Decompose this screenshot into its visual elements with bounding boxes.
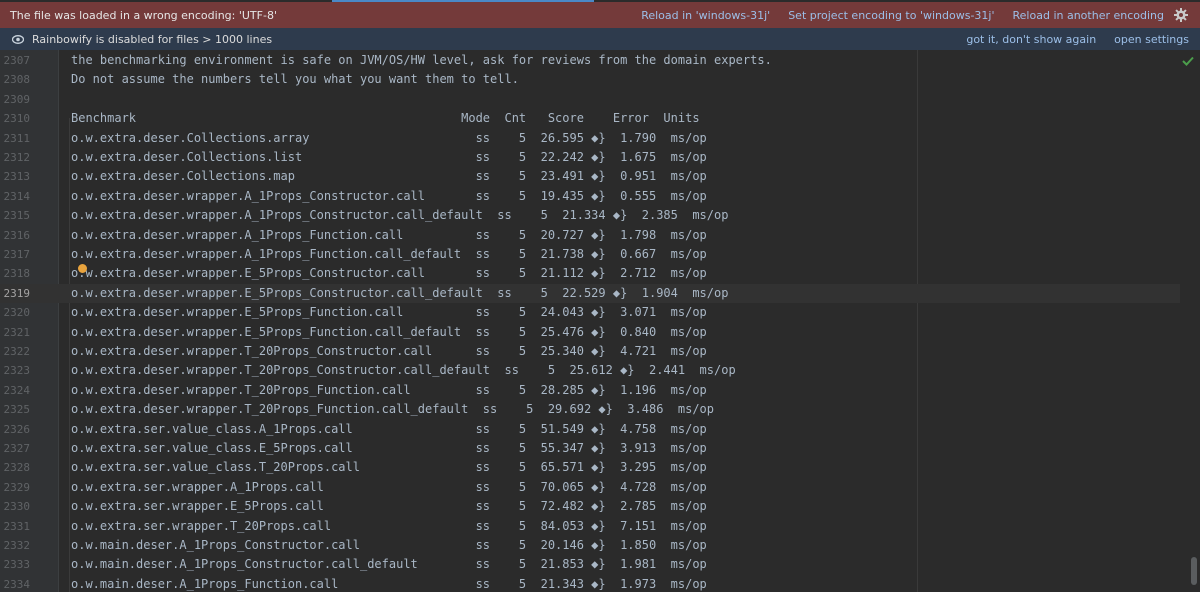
line-number: 2319: [3, 286, 31, 300]
line-text: o.w.extra.deser.wrapper.T_20Props_Constr…: [71, 344, 707, 358]
code-line[interactable]: 2311 o.w.extra.deser.Collections.array ss…: [0, 129, 1180, 148]
line-number: 2328: [3, 461, 31, 475]
current-code-line[interactable]: 2319 o.w.extra.deser.wrapper.E_5Props_Con…: [0, 283, 1180, 303]
code-line[interactable]: 2313 o.w.extra.deser.Collections.map ss 5…: [0, 167, 1180, 186]
line-number: 2322: [3, 345, 31, 358]
code-line[interactable]: 2333 o.w.main.deser.A_1Props_Constructor.…: [0, 555, 1180, 574]
rainbowify-message: Rainbowify is disabled for files > 1000 …: [32, 32, 273, 46]
line-number: 2309: [3, 92, 31, 106]
set-project-encoding-link[interactable]: Set project encoding to 'windows-31j': [788, 9, 994, 22]
line-text: o.w.extra.deser.wrapper.E_5Props_Constru…: [71, 285, 729, 300]
code-line[interactable]: 2315 o.w.extra.deser.wrapper.A_1Props_Con…: [0, 206, 1180, 225]
checkmark-icon[interactable]: [1181, 55, 1195, 67]
line-number: 2326: [3, 422, 31, 436]
code-line[interactable]: 2320 o.w.extra.deser.wrapper.E_5Props_Fun…: [0, 303, 1180, 322]
encoding-actions: Reload in 'windows-31j' Set project enco…: [641, 6, 1200, 24]
code-line[interactable]: 2309: [0, 90, 1180, 109]
line-number: 2323: [3, 364, 31, 378]
code-line[interactable]: 2334 o.w.main.deser.A_1Props_Function.cal…: [0, 575, 1180, 592]
open-settings-link[interactable]: open settings: [1114, 33, 1189, 46]
line-text: o.w.extra.deser.Collections.array ss 5 2…: [71, 130, 707, 145]
line-number: 2310: [3, 112, 31, 126]
code-line[interactable]: 2317 o.w.extra.deser.wrapper.A_1Props_Fun…: [0, 245, 1180, 264]
line-number: 2334: [3, 577, 31, 591]
line-number: 2308: [3, 73, 31, 87]
line-text: o.w.extra.deser.wrapper.E_5Props_Functio…: [71, 324, 707, 339]
vertical-scrollbar-thumb[interactable]: [1191, 557, 1197, 585]
line-number: 2312: [3, 151, 31, 164]
line-number: 2333: [3, 558, 31, 572]
line-number: 2315: [3, 209, 31, 223]
code-line[interactable]: 2310 Benchmark Mode Cnt Score Error Units: [0, 109, 1180, 128]
line-text: o.w.extra.deser.wrapper.E_5Props_Functio…: [71, 305, 707, 320]
code-line[interactable]: 2327 o.w.extra.ser.value_class.E_5Props.c…: [0, 439, 1180, 458]
got-it-dont-show-link[interactable]: got it, don't show again: [966, 33, 1096, 46]
line-number: 2307: [3, 54, 31, 67]
line-number: 2325: [3, 403, 31, 417]
line-text: o.w.extra.deser.Collections.list ss 5 22…: [71, 150, 707, 164]
line-text: o.w.main.deser.A_1Props_Constructor.call…: [71, 538, 707, 552]
eye-icon: [12, 34, 26, 44]
line-text: Do not assume the numbers tell you what …: [71, 72, 519, 87]
line-number: 2331: [3, 519, 31, 533]
line-text: o.w.extra.deser.wrapper.A_1Props_Constru…: [71, 188, 707, 203]
line-number: 2324: [3, 383, 31, 397]
line-number: 2320: [3, 306, 31, 320]
line-number: 2321: [3, 325, 31, 339]
code-line[interactable]: 2332 o.w.main.deser.A_1Props_Constructor.…: [0, 536, 1180, 555]
gear-icon[interactable]: [1172, 6, 1190, 24]
code-editor[interactable]: 2307 the benchmarking environment is safe…: [0, 50, 1200, 592]
line-text: o.w.extra.ser.value_class.E_5Props.call …: [71, 441, 707, 455]
code-line[interactable]: 2314 o.w.extra.deser.wrapper.A_1Props_Con…: [0, 187, 1180, 206]
code-line[interactable]: 2323 o.w.extra.deser.wrapper.T_20Props_Co…: [0, 361, 1180, 380]
breakpoint-dot-icon[interactable]: [78, 264, 87, 273]
line-text: o.w.extra.deser.wrapper.A_1Props_Functio…: [71, 247, 707, 261]
line-number: 2332: [3, 539, 31, 552]
line-number: 2329: [3, 480, 31, 494]
line-number: 2318: [3, 267, 31, 281]
line-text: o.w.extra.ser.wrapper.A_1Props.call ss 5…: [71, 479, 707, 494]
encoding-warning-message: The file was loaded in a wrong encoding:…: [10, 8, 277, 22]
line-text: o.w.main.deser.A_1Props_Constructor.call…: [71, 557, 707, 572]
code-line[interactable]: 2329 o.w.extra.ser.wrapper.A_1Props.call …: [0, 478, 1180, 497]
line-number: 2317: [3, 248, 31, 261]
code-line[interactable]: 2316 o.w.extra.deser.wrapper.A_1Props_Fun…: [0, 226, 1180, 245]
code-line[interactable]: 2318 o.w.extra.deser.wrapper.E_5Props_Con…: [0, 264, 1180, 283]
line-text: o.w.extra.deser.wrapper.A_1Props_Constru…: [71, 208, 729, 223]
line-text: o.w.extra.deser.wrapper.T_20Props_Constr…: [71, 363, 736, 378]
encoding-warning-banner: The file was loaded in a wrong encoding:…: [0, 2, 1200, 28]
line-text: o.w.main.deser.A_1Props_Function.call ss…: [71, 576, 707, 591]
reload-another-encoding-link[interactable]: Reload in another encoding: [1013, 9, 1164, 22]
line-text: o.w.extra.ser.wrapper.E_5Props.call ss 5…: [71, 499, 707, 514]
code-line[interactable]: 2321 o.w.extra.deser.wrapper.E_5Props_Fun…: [0, 323, 1180, 342]
line-text: Benchmark Mode Cnt Score Error Units: [71, 111, 700, 126]
code-line[interactable]: 2324 o.w.extra.deser.wrapper.T_20Props_Fu…: [0, 381, 1180, 400]
rainbowify-info-banner: Rainbowify is disabled for files > 1000 …: [0, 28, 1200, 50]
code-line[interactable]: 2308 Do not assume the numbers tell you w…: [0, 70, 1180, 89]
reload-windows-31j-link[interactable]: Reload in 'windows-31j': [641, 9, 770, 22]
code-line[interactable]: 2326 o.w.extra.ser.value_class.A_1Props.c…: [0, 420, 1180, 439]
line-text: o.w.extra.ser.wrapper.T_20Props.call ss …: [71, 518, 707, 533]
code-line[interactable]: 2322 o.w.extra.deser.wrapper.T_20Props_Co…: [0, 342, 1180, 361]
code-line[interactable]: 2328 o.w.extra.ser.value_class.T_20Props.…: [0, 458, 1180, 477]
line-text: o.w.extra.ser.value_class.T_20Props.call…: [71, 460, 707, 475]
line-text: the benchmarking environment is safe on …: [71, 53, 772, 67]
line-number: 2314: [3, 189, 31, 203]
line-number: 2311: [3, 131, 31, 145]
line-text: o.w.extra.deser.wrapper.E_5Props_Constru…: [71, 266, 707, 281]
line-text: o.w.extra.deser.Collections.map ss 5 23.…: [71, 169, 707, 184]
code-line[interactable]: 2331 o.w.extra.ser.wrapper.T_20Props.call…: [0, 517, 1180, 536]
code-line[interactable]: 2330 o.w.extra.ser.wrapper.E_5Props.call …: [0, 497, 1180, 516]
line-number: 2316: [3, 228, 31, 242]
code-line[interactable]: 2312 o.w.extra.deser.Collections.list ss …: [0, 148, 1180, 167]
line-number: 2327: [3, 442, 31, 455]
line-text: o.w.extra.deser.wrapper.T_20Props_Functi…: [71, 382, 707, 397]
line-number: 2330: [3, 500, 31, 514]
line-text: o.w.extra.deser.wrapper.A_1Props_Functio…: [71, 227, 707, 242]
code-line[interactable]: 2325 o.w.extra.deser.wrapper.T_20Props_Fu…: [0, 400, 1180, 419]
line-text: o.w.extra.ser.value_class.A_1Props.call …: [71, 421, 707, 436]
line-text: o.w.extra.deser.wrapper.T_20Props_Functi…: [71, 402, 714, 417]
code-line[interactable]: 2307 the benchmarking environment is safe…: [0, 51, 1180, 70]
line-number: 2313: [3, 170, 31, 184]
